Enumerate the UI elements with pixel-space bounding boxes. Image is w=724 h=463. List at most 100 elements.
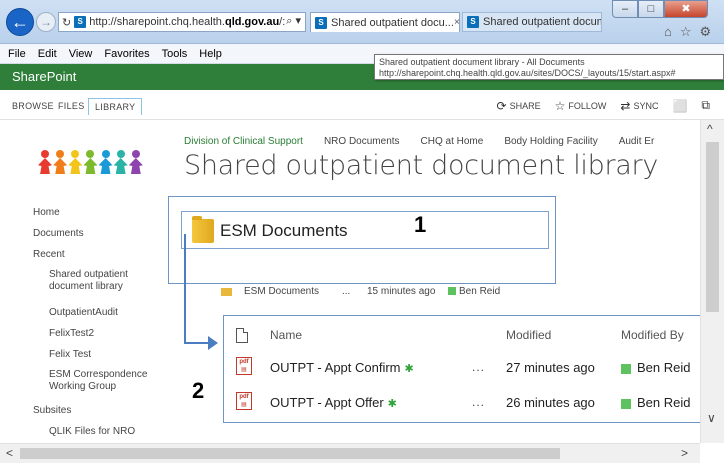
sync-button[interactable]: ⇄ SYNC (620, 99, 658, 113)
file-row-author[interactable]: Ben Reid (621, 395, 690, 410)
leftnav-recent-outpatientaudit[interactable]: OutpatientAudit (33, 307, 118, 319)
file-row-name[interactable]: OUTPT - Appt Offer ✱ (270, 395, 397, 410)
ribbon: BROWSE FILES LIBRARY ⟳ SHARE ☆ FOLLOW ⇄ … (0, 90, 724, 120)
back-arrow-icon: ← (11, 12, 29, 32)
folder-row-name[interactable]: ESM Documents (244, 286, 319, 297)
logo-person-icon (128, 150, 143, 174)
tab-close-icon[interactable]: × (454, 17, 459, 28)
reload-icon[interactable]: ↻ (62, 16, 71, 29)
tab-tooltip: Shared outpatient document library - All… (374, 54, 724, 80)
browser-tab-active[interactable]: S Shared outpatient docu... × (310, 12, 460, 32)
file-name-label: OUTPT - Appt Confirm (270, 360, 401, 375)
column-header-modified-by[interactable]: Modified By (621, 328, 684, 342)
callout-folder-contents: Name Modified Modified By pdf ▤ OUTPT - A… (223, 315, 718, 423)
callout-folder-zoom: ESM Documents (168, 196, 556, 284)
new-item-icon: ✱ (404, 363, 414, 375)
tab-label: Shared outpatient documen... (483, 16, 601, 28)
leftnav-recent-felix-test[interactable]: Felix Test (33, 349, 91, 361)
sharepoint-favicon-icon: S (467, 16, 479, 28)
address-search-icon[interactable]: ⌕ ▾ (286, 14, 301, 28)
suite-bar-title[interactable]: SharePoint (12, 69, 76, 84)
share-button[interactable]: ⟳ SHARE (497, 99, 541, 113)
logo-person-icon (53, 150, 68, 174)
tooltip-title: Shared outpatient document library - All… (379, 57, 585, 67)
horizontal-scrollbar[interactable]: < > (0, 443, 700, 463)
leftnav-documents[interactable]: Documents (33, 228, 84, 240)
folder-icon (221, 288, 232, 296)
browser-tab-inactive[interactable]: S Shared outpatient documen... (462, 12, 602, 32)
ribbon-tab-files[interactable]: FILES (52, 98, 91, 114)
horizontal-scroll-thumb[interactable] (20, 448, 560, 459)
window-close-button[interactable]: ✖ (664, 0, 708, 18)
topnav-chq-at-home[interactable]: CHQ at Home (421, 136, 484, 147)
follow-button[interactable]: ☆ FOLLOW (555, 99, 607, 113)
menu-edit[interactable]: Edit (38, 48, 57, 60)
leftnav-item-label: Shared outpatient (49, 269, 128, 280)
callout-number-2: 2 (192, 378, 205, 403)
vertical-scrollbar[interactable]: ^ ∨ (700, 120, 724, 443)
vertical-scroll-thumb[interactable] (706, 142, 719, 312)
callout-number-1: 1 (414, 212, 427, 237)
home-icon[interactable]: ⌂ (664, 24, 672, 40)
file-row-name[interactable]: OUTPT - Appt Confirm ✱ (270, 360, 414, 375)
new-item-icon: ✱ (387, 398, 397, 410)
menu-tools[interactable]: Tools (162, 48, 188, 60)
file-row-menu[interactable]: ... (472, 395, 485, 409)
topnav-nro-documents[interactable]: NRO Documents (324, 136, 400, 147)
maximize-button[interactable]: □ (638, 0, 664, 18)
leftnav-subsites: Subsites (33, 405, 72, 416)
leftnav-recent-shared-outpatient[interactable]: Shared outpatient document library (33, 269, 128, 293)
scroll-left-icon[interactable]: < (6, 446, 13, 460)
menu-view[interactable]: View (69, 48, 93, 60)
logo-person-icon (38, 150, 52, 174)
topnav-body-holding-facility[interactable]: Body Holding Facility (504, 136, 597, 147)
file-row-author[interactable]: Ben Reid (621, 360, 690, 375)
menu-help[interactable]: Help (199, 48, 222, 60)
leftnav-recent-esm-correspondence[interactable]: ESM Correspondence Working Group (33, 369, 147, 393)
sync-icon: ⇄ (620, 98, 631, 113)
author-label: Ben Reid (459, 286, 501, 297)
column-header-modified[interactable]: Modified (506, 328, 551, 342)
back-button[interactable]: ← (6, 8, 34, 36)
forward-button[interactable]: → (36, 12, 56, 32)
forward-arrow-icon: → (40, 15, 52, 29)
logo-person-icon (98, 150, 113, 174)
gear-icon[interactable]: ⚙ (700, 24, 712, 40)
embed-icon[interactable]: ⧉ (701, 98, 710, 113)
star-icon[interactable]: ☆ (680, 24, 692, 40)
folder-icon (192, 216, 214, 243)
leftnav-home[interactable]: Home (33, 207, 60, 219)
scroll-down-icon[interactable]: ∨ (707, 411, 716, 425)
address-bar[interactable]: ↻ S http://sharepoint.chq.health.qld.gov… (58, 12, 306, 32)
file-row-modified: 27 minutes ago (506, 360, 595, 375)
top-navigation: Division of Clinical Support NRO Documen… (184, 136, 654, 147)
author-label: Ben Reid (637, 360, 691, 375)
leftnav-recent-felixtest2[interactable]: FelixTest2 (33, 328, 94, 340)
folder-tile[interactable]: ESM Documents (181, 211, 549, 249)
menu-file[interactable]: File (8, 48, 26, 60)
share-label: SHARE (509, 100, 541, 111)
ribbon-tab-library[interactable]: LIBRARY (88, 98, 143, 115)
share-icon: ⟳ (496, 98, 507, 113)
scroll-up-icon[interactable]: ^ (707, 122, 713, 136)
scroll-right-icon[interactable]: > (681, 446, 688, 460)
file-name-label: OUTPT - Appt Offer (270, 395, 384, 410)
topnav-audit[interactable]: Audit Er (619, 136, 655, 147)
presence-indicator (448, 287, 456, 296)
site-logo[interactable] (38, 148, 143, 174)
folder-row-menu[interactable]: ... (342, 286, 350, 297)
menu-favorites[interactable]: Favorites (104, 48, 149, 60)
topnav-division-clinical-support[interactable]: Division of Clinical Support (184, 136, 303, 147)
minimize-button[interactable]: – (612, 0, 638, 18)
tab-label: Shared outpatient docu... (331, 16, 454, 29)
tooltip-url: http://sharepoint.chq.health.qld.gov.au/… (379, 68, 676, 78)
file-row-menu[interactable]: ... (472, 360, 485, 374)
page-title: Shared outpatient document library (184, 150, 658, 181)
leftnav-subsite-qlik[interactable]: QLIK Files for NRO (33, 426, 135, 438)
folder-row-author[interactable]: Ben Reid (448, 286, 500, 297)
logo-person-icon (113, 150, 128, 174)
leftnav-item-label: Working Group (49, 381, 117, 392)
column-header-name[interactable]: Name (270, 328, 302, 342)
focus-content-icon[interactable]: ⬜ (672, 99, 687, 113)
file-row-modified: 26 minutes ago (506, 395, 595, 410)
